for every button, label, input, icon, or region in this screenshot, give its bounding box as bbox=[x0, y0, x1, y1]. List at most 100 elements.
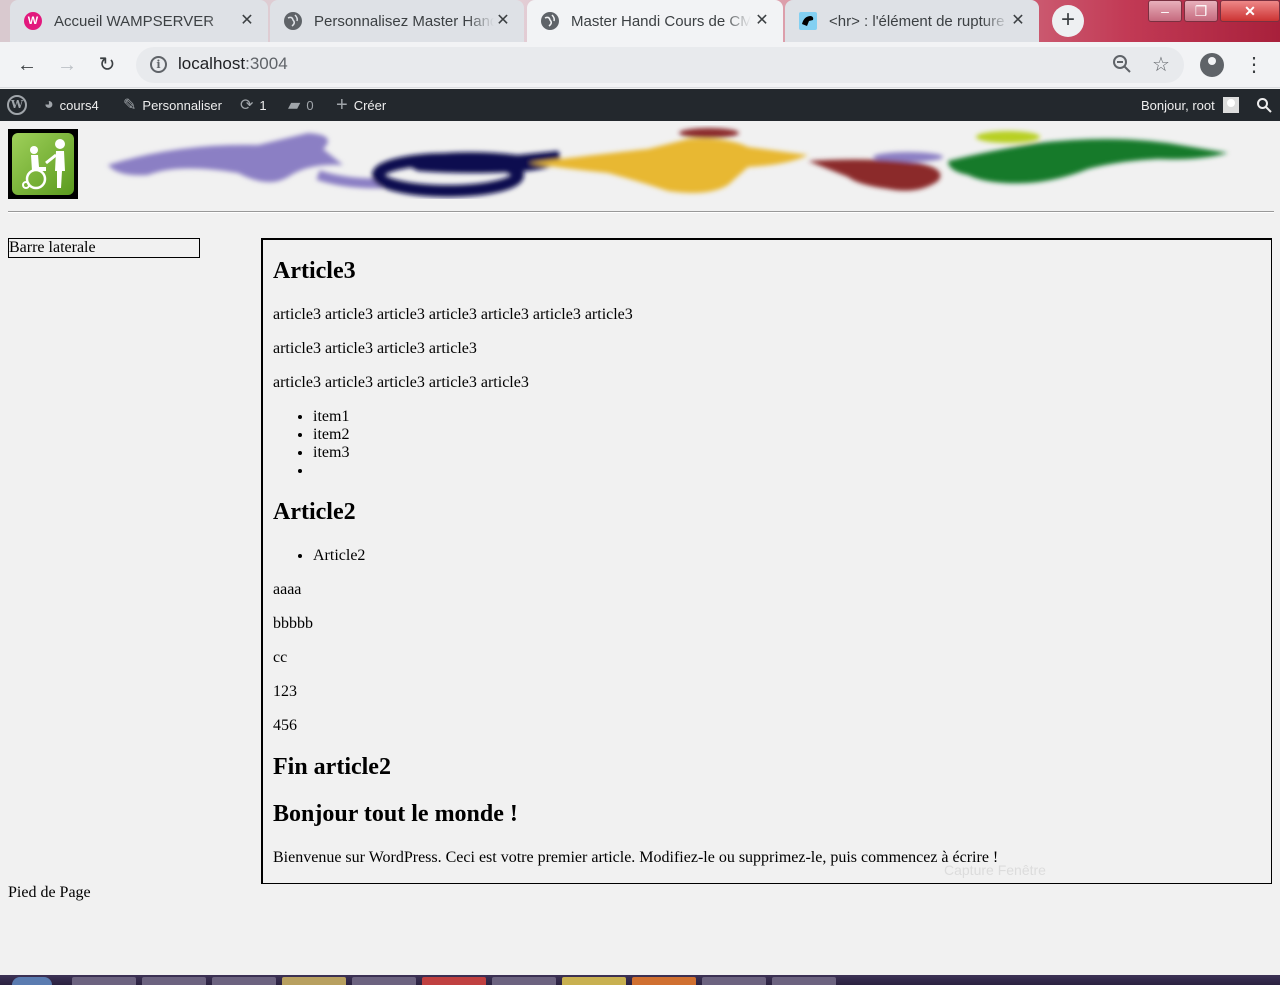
browser-toolbar: ← → ↻ i localhost:3004 ☆ bbox=[0, 42, 1280, 88]
capture-overlay-caption: Capture Fenêtre bbox=[944, 862, 1046, 878]
site-logo[interactable] bbox=[8, 129, 78, 199]
article2-paragraph-3: cc bbox=[273, 649, 288, 666]
zoom-icon[interactable] bbox=[1112, 54, 1132, 79]
handicap-banner-image bbox=[108, 128, 1228, 197]
close-tab-icon[interactable]: ✕ bbox=[494, 11, 512, 31]
taskbar-item[interactable] bbox=[772, 977, 836, 985]
list-item: item2 bbox=[313, 426, 349, 444]
back-arrow-icon[interactable]: ← bbox=[14, 52, 40, 78]
tab-title: <hr> : l'élément de rupture bbox=[829, 12, 1005, 30]
wheelchair-assist-icon bbox=[12, 133, 74, 195]
customize-link[interactable]: ✎ Personnaliser bbox=[123, 89, 222, 121]
globe-icon bbox=[284, 12, 302, 30]
url-host: localhost bbox=[178, 54, 246, 73]
taskbar-item[interactable] bbox=[212, 977, 276, 985]
browser-menu-icon[interactable]: ⋮ bbox=[1244, 52, 1264, 78]
admin-search[interactable] bbox=[1256, 89, 1272, 121]
mdn-icon bbox=[799, 12, 817, 30]
site-info-icon[interactable]: i bbox=[150, 56, 167, 73]
comments-link[interactable]: ▰ 0 bbox=[288, 89, 314, 121]
url-text[interactable]: localhost:3004 bbox=[178, 54, 288, 74]
url-port: :3004 bbox=[245, 54, 288, 73]
profile-avatar-icon[interactable] bbox=[1200, 53, 1224, 77]
close-tab-icon[interactable]: ✕ bbox=[238, 11, 256, 31]
close-tab-icon[interactable]: ✕ bbox=[1009, 11, 1027, 31]
dashboard-icon: ◕ bbox=[44, 96, 54, 113]
my-account-menu[interactable]: Bonjour, root bbox=[1141, 89, 1239, 121]
article3-paragraph-1: article3 article3 article3 article3 arti… bbox=[273, 306, 633, 323]
taskbar-item[interactable] bbox=[492, 977, 556, 985]
new-content-label: Créer bbox=[353, 97, 387, 113]
close-tab-icon[interactable]: ✕ bbox=[753, 11, 771, 31]
start-button[interactable] bbox=[12, 977, 52, 985]
comment-icon: ▰ bbox=[288, 97, 301, 114]
footer-label: Pied de Page bbox=[8, 884, 91, 901]
close-window-button[interactable]: ✕ bbox=[1220, 0, 1280, 22]
main-content: Article3 article3 article3 article3 arti… bbox=[261, 238, 1272, 884]
article2-title[interactable]: Article2 bbox=[273, 499, 356, 526]
bookmark-star-icon[interactable]: ☆ bbox=[1152, 52, 1170, 77]
greeting-label: Bonjour, root bbox=[1141, 97, 1215, 113]
site-name-menu[interactable]: ◕ cours4 bbox=[44, 89, 99, 121]
taskbar-item[interactable] bbox=[562, 977, 626, 985]
paintbrush-icon: ✎ bbox=[123, 97, 137, 114]
article3-title[interactable]: Article3 bbox=[273, 258, 356, 285]
sidebar-label: Barre laterale bbox=[9, 239, 96, 256]
customize-label: Personnaliser bbox=[142, 97, 222, 113]
list-item: item1 bbox=[313, 408, 349, 426]
taskbar-item[interactable] bbox=[72, 977, 136, 985]
article2-paragraph-4: 123 bbox=[273, 683, 297, 700]
article2-paragraph-1: aaaa bbox=[273, 581, 302, 598]
article2-paragraph-2: bbbbb bbox=[273, 615, 313, 632]
minimize-button[interactable]: – bbox=[1148, 0, 1182, 22]
new-tab-button[interactable]: + bbox=[1052, 5, 1084, 37]
article3-paragraph-3: article3 article3 article3 article3 arti… bbox=[273, 374, 529, 391]
article2-end-heading: Fin article2 bbox=[273, 754, 391, 780]
maximize-button[interactable]: ❐ bbox=[1184, 0, 1218, 22]
article3-list: item1 item2 item3 bbox=[313, 408, 349, 480]
search-icon bbox=[1257, 98, 1272, 113]
tab-master-handi[interactable]: Master Handi Cours de CMS ✕ bbox=[527, 0, 783, 42]
plus-icon: + bbox=[336, 93, 348, 116]
article3-paragraph-2: article3 article3 article3 article3 bbox=[273, 340, 477, 357]
window-controls: – ❐ ✕ bbox=[1148, 0, 1280, 24]
sidebar: Barre laterale bbox=[8, 238, 200, 258]
globe-icon bbox=[541, 12, 559, 30]
wp-logo-menu[interactable]: W bbox=[7, 89, 27, 121]
user-avatar-icon bbox=[1222, 97, 1239, 113]
wordpress-logo-icon: W bbox=[7, 95, 27, 115]
taskbar-item[interactable] bbox=[422, 977, 486, 985]
taskbar-item[interactable] bbox=[702, 977, 766, 985]
tab-title: Personnalisez Master Handi bbox=[314, 12, 494, 30]
reload-icon[interactable]: ↻ bbox=[94, 52, 120, 78]
comments-count: 0 bbox=[306, 97, 314, 113]
hello-world-title[interactable]: Bonjour tout le monde ! bbox=[273, 801, 518, 828]
article2-paragraph-5: 456 bbox=[273, 717, 297, 734]
list-item bbox=[313, 462, 349, 480]
tab-mdn-hr[interactable]: <hr> : l'élément de rupture ✕ bbox=[785, 0, 1039, 42]
site-name-label: cours4 bbox=[59, 97, 99, 113]
tab-title: Accueil WAMPSERVER bbox=[54, 12, 215, 30]
list-item: Article2 bbox=[313, 547, 365, 565]
updates-count: 1 bbox=[259, 97, 267, 113]
updates-link[interactable]: ⟳ 1 bbox=[240, 89, 267, 121]
forward-arrow-icon[interactable]: → bbox=[54, 52, 80, 78]
tab-title: Master Handi Cours de CMS bbox=[571, 12, 751, 30]
taskbar-item[interactable] bbox=[282, 977, 346, 985]
taskbar-item[interactable] bbox=[142, 977, 206, 985]
wampserver-icon: W bbox=[24, 12, 42, 30]
list-item: item3 bbox=[313, 444, 349, 462]
footer: Pied de Page bbox=[8, 884, 91, 902]
address-bar[interactable]: i localhost:3004 ☆ bbox=[136, 47, 1184, 83]
article2-list: Article2 bbox=[313, 547, 365, 565]
hello-world-paragraph: Bienvenue sur WordPress. Ceci est votre … bbox=[273, 849, 999, 866]
updates-icon: ⟳ bbox=[240, 97, 254, 114]
header-divider bbox=[8, 211, 1274, 213]
tab-wampserver[interactable]: W Accueil WAMPSERVER ✕ bbox=[10, 0, 268, 42]
new-content-menu[interactable]: + Créer bbox=[336, 89, 386, 121]
os-taskbar bbox=[0, 975, 1280, 985]
taskbar-item[interactable] bbox=[632, 977, 696, 985]
browser-tab-strip: W Accueil WAMPSERVER ✕ Personnalisez Mas… bbox=[0, 0, 1280, 42]
tab-personnalisez[interactable]: Personnalisez Master Handi ✕ bbox=[270, 0, 524, 42]
taskbar-item[interactable] bbox=[352, 977, 416, 985]
